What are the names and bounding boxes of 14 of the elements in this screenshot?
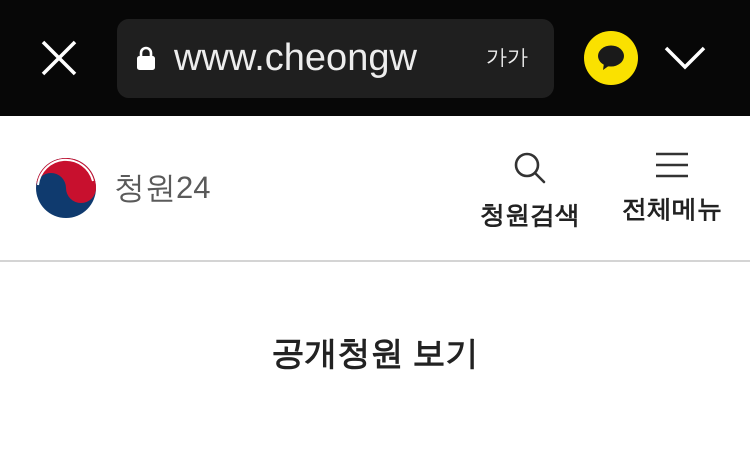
close-icon[interactable] [41,40,77,76]
address-bar[interactable]: www.cheongw 가가 [117,18,554,98]
lock-icon [136,46,156,70]
logo-text[interactable]: 청원24 [114,164,210,212]
menu-icon [654,151,690,180]
chat-bubble-icon[interactable] [583,30,639,86]
page-title: 공개청원 보기 [271,333,479,373]
menu-button[interactable]: 전체메뉴 [622,151,722,235]
search-icon [513,151,547,186]
chevron-down-icon[interactable] [664,46,706,70]
text-size-button[interactable]: 가가 [486,42,528,74]
logo-icon [35,157,97,219]
url-text: www.cheongw [174,39,417,77]
search-button[interactable]: 청원검색 [480,151,580,235]
